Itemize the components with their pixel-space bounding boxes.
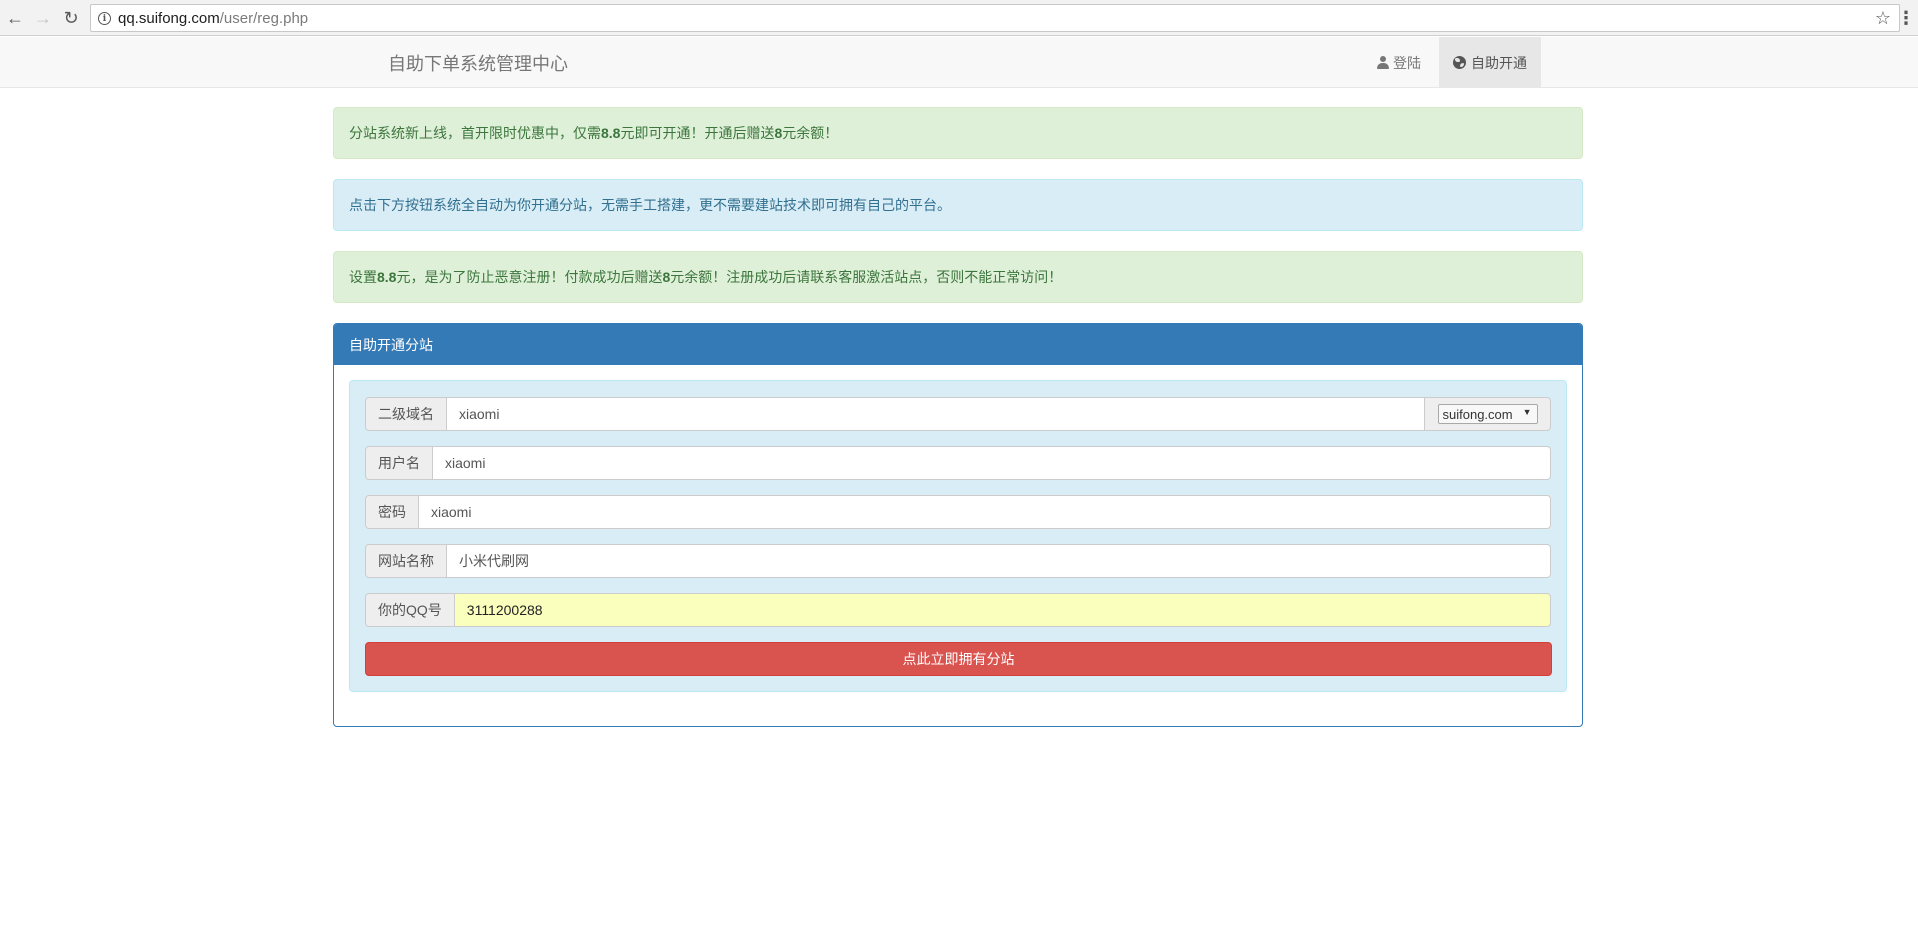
notice-text-3: 元余额！注册成功后请联系客服激活站点，否则不能正常访问！: [670, 269, 1063, 285]
user-icon: [1377, 56, 1389, 69]
nav-login-label: 登陆: [1393, 54, 1421, 71]
domain-select[interactable]: suifong.com ▼: [1437, 404, 1538, 424]
promo-price: 8.8: [601, 125, 621, 141]
notice-text-1: 设置: [349, 269, 377, 285]
subdomain-input[interactable]: xiaomi: [447, 397, 1425, 431]
password-label: 密码: [365, 495, 419, 529]
nav-self-open-label: 自助开通: [1471, 54, 1527, 71]
open-substation-panel: 自助开通分站 二级域名 xiaomi suifong.com ▼ 用户名 xia…: [333, 323, 1583, 727]
notice-text-2: 元，是为了防止恶意注册！付款成功后赠送: [396, 269, 663, 285]
registration-form: 二级域名 xiaomi suifong.com ▼ 用户名 xiaomi 密码 …: [349, 380, 1567, 692]
promo-text-2: 元即可开通！开通后赠送: [620, 125, 775, 141]
username-input[interactable]: xiaomi: [433, 446, 1551, 480]
site-brand[interactable]: 自助下单系统管理中心: [388, 50, 568, 76]
promo-alert: 分站系统新上线，首开限时优惠中，仅需 8.8 元即可开通！开通后赠送 8 元余额！: [333, 107, 1583, 159]
site-name-label: 网站名称: [365, 544, 447, 578]
password-group: 密码 xiaomi: [365, 495, 1551, 529]
qq-group: 你的QQ号 3111200288: [365, 593, 1551, 627]
reload-icon[interactable]: ↻: [60, 7, 82, 29]
bookmark-star-icon[interactable]: ☆: [1875, 8, 1891, 29]
subdomain-group: 二级域名 xiaomi suifong.com ▼: [365, 397, 1551, 431]
url-text[interactable]: qq.suifong.com/user/reg.php: [118, 10, 308, 27]
domain-select-value: suifong.com: [1442, 406, 1513, 422]
qq-label: 你的QQ号: [365, 593, 455, 627]
panel-title: 自助开通分站: [334, 324, 1582, 365]
browser-menu-icon[interactable]: ⋮: [1897, 6, 1915, 30]
domain-select-addon: suifong.com ▼: [1425, 397, 1551, 431]
promo-bonus: 8: [774, 125, 783, 141]
info-alert: 点击下方按钮系统全自动为你开通分站，无需手工搭建，更不需要建站技术即可拥有自己的…: [333, 179, 1583, 231]
promo-text-3: 元余额！: [782, 125, 839, 141]
url-path: /user/reg.php: [219, 10, 309, 27]
password-input[interactable]: xiaomi: [419, 495, 1551, 529]
info-text: 点击下方按钮系统全自动为你开通分站，无需手工搭建，更不需要建站技术即可拥有自己的…: [349, 197, 951, 213]
forward-arrow-icon[interactable]: →: [32, 7, 54, 29]
qq-input[interactable]: 3111200288: [454, 593, 1551, 627]
address-bar[interactable]: i qq.suifong.com/user/reg.php ☆: [90, 4, 1900, 32]
globe-icon: [1453, 56, 1466, 69]
nav-login[interactable]: 登陆: [1363, 37, 1435, 88]
promo-text-1: 分站系统新上线，首开限时优惠中，仅需: [349, 125, 601, 141]
browser-toolbar: ← → ↻ i qq.suifong.com/user/reg.php ☆ ⋮: [0, 0, 1918, 36]
username-group: 用户名 xiaomi: [365, 446, 1551, 480]
submit-button[interactable]: 点此立即拥有分站: [365, 642, 1552, 676]
username-label: 用户名: [365, 446, 433, 480]
select-caret-icon: ▼: [1522, 407, 1532, 417]
notice-alert: 设置 8.8 元，是为了防止恶意注册！付款成功后赠送 8 元余额！注册成功后请联系客服激…: [333, 251, 1583, 303]
info-icon[interactable]: i: [98, 12, 111, 25]
subdomain-label: 二级域名: [365, 397, 447, 431]
site-name-input[interactable]: 小米代刷网: [447, 544, 1551, 578]
back-arrow-icon[interactable]: ←: [4, 7, 26, 29]
nav-self-open[interactable]: 自助开通: [1439, 37, 1541, 88]
url-host: qq.suifong.com: [118, 10, 220, 27]
site-name-group: 网站名称 小米代刷网: [365, 544, 1551, 578]
notice-price: 8.8: [377, 269, 397, 285]
site-navbar: 自助下单系统管理中心 登陆 自助开通: [0, 37, 1918, 88]
notice-bonus: 8: [662, 269, 671, 285]
